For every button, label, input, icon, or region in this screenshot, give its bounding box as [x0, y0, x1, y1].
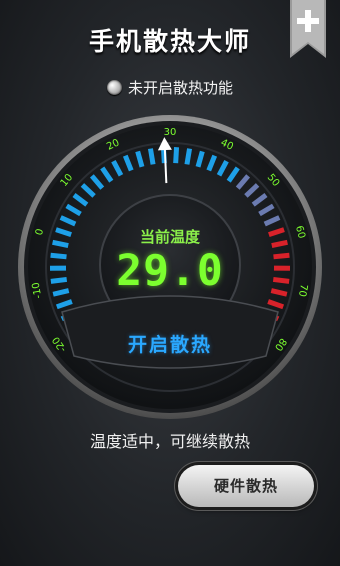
arc-segment	[173, 147, 180, 164]
arc-segment	[147, 148, 156, 165]
current-temperature-label: 当前温度	[139, 228, 200, 246]
tick-label: 30	[164, 127, 177, 138]
current-temperature-value: 29.0	[116, 246, 224, 296]
hardware-cooling-button[interactable]: 硬件散热	[178, 465, 314, 507]
start-cooling-button[interactable]: 开启散热	[110, 328, 230, 362]
status-message: 温度适中，可继续散热	[89, 432, 250, 451]
arc-segment	[184, 148, 193, 165]
